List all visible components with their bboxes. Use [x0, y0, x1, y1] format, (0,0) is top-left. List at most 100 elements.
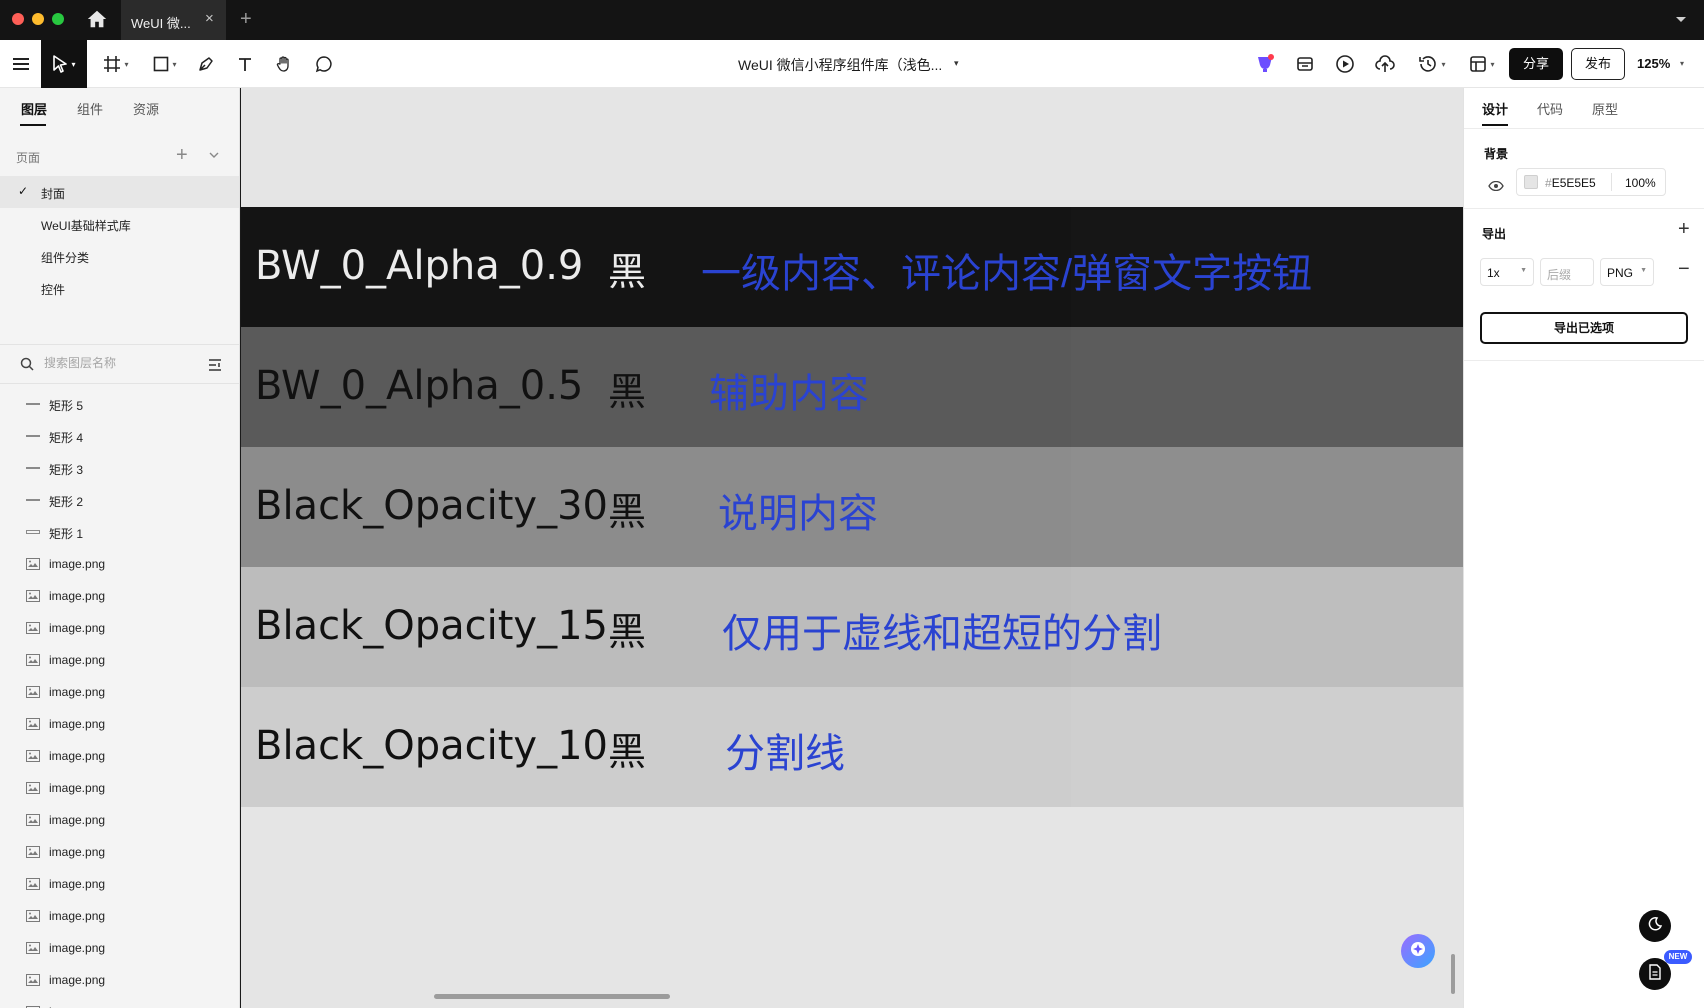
layer-item[interactable]: 矩形 1 [0, 516, 239, 548]
tab-components[interactable]: 组件 [77, 99, 103, 118]
shape-tool-button[interactable]: ▾ [147, 40, 183, 88]
horizontal-scrollbar[interactable] [434, 994, 670, 999]
color-swatch-row[interactable]: BW_0_Alpha_0.5 黑 辅助内容 [241, 327, 1463, 447]
divider [1464, 128, 1704, 129]
ai-badge-icon[interactable] [1252, 40, 1278, 88]
document-title[interactable]: WeUI 微信小程序组件库（浅色... [738, 55, 942, 75]
swatch-token-name: Black_Opacity_10 [255, 723, 608, 769]
zoom-chevron-icon[interactable]: ▾ [1680, 59, 1684, 68]
layer-item[interactable]: image.png [0, 996, 239, 1008]
remove-export-icon[interactable]: − [1678, 258, 1690, 281]
add-export-icon[interactable]: + [1678, 218, 1690, 241]
image-icon [26, 910, 40, 922]
comment-tool-icon[interactable] [311, 40, 337, 88]
layer-item[interactable]: image.png [0, 612, 239, 644]
layer-label: image.png [49, 845, 106, 859]
play-icon[interactable] [1332, 40, 1358, 88]
background-opacity-value[interactable]: 100% [1625, 176, 1656, 190]
color-swatch-row[interactable]: BW_0_Alpha_0.9 黑 一级内容、评论内容/弹窗文字按钮 [241, 207, 1463, 327]
dark-mode-button[interactable] [1639, 910, 1671, 942]
export-format-value: PNG [1607, 266, 1634, 280]
page-item-component-categories[interactable]: 组件分类 [0, 240, 239, 272]
search-icon [20, 357, 34, 376]
layer-item[interactable]: image.png [0, 836, 239, 868]
layer-item[interactable]: image.png [0, 900, 239, 932]
layer-label: 矩形 2 [49, 495, 84, 509]
page-item-weui-styles[interactable]: WeUI基础样式库 [0, 208, 239, 240]
layer-search-input[interactable] [44, 356, 184, 370]
page-item-controls[interactable]: 控件 [0, 272, 239, 304]
text-tool-icon[interactable] [232, 40, 258, 88]
layer-item[interactable]: image.png [0, 644, 239, 676]
share-button[interactable]: 分享 [1509, 48, 1563, 80]
tab-design[interactable]: 设计 [1482, 99, 1508, 118]
document-tab[interactable]: WeUI 微... × [121, 0, 226, 40]
tab-code[interactable]: 代码 [1537, 99, 1563, 118]
background-color-chip[interactable] [1524, 175, 1538, 189]
hex-hash: # [1545, 176, 1552, 190]
active-tab-indicator [1482, 124, 1508, 126]
new-tab-button[interactable]: + [240, 8, 260, 30]
design-canvas[interactable]: BW_0_Alpha_0.9 黑一级内容、评论内容/弹窗文字按钮 BW_0_Alph… [241, 88, 1463, 1008]
page-item-cover[interactable]: ✓ 封面 [0, 176, 239, 208]
layer-item[interactable]: 矩形 4 [0, 420, 239, 452]
layer-item[interactable]: image.png [0, 676, 239, 708]
export-suffix-input[interactable]: 后缀 [1540, 258, 1594, 286]
export-selected-button[interactable]: 导出已选项 [1480, 312, 1688, 344]
history-button[interactable]: ▾ [1414, 40, 1450, 88]
layout-button[interactable]: ▾ [1464, 40, 1500, 88]
layer-item[interactable]: image.png [0, 868, 239, 900]
export-scale-select[interactable]: 1x ▼ [1480, 258, 1534, 286]
zoom-level[interactable]: 125% [1637, 56, 1670, 71]
layer-label: 矩形 4 [49, 431, 84, 445]
moon-icon [1647, 916, 1663, 937]
color-swatch-row[interactable]: Black_Opacity_10 黑 分割线 [241, 687, 1463, 807]
upload-icon[interactable] [1372, 40, 1398, 88]
menu-icon[interactable] [6, 40, 36, 88]
collapse-pages-icon[interactable] [208, 148, 220, 166]
layer-item[interactable]: image.png [0, 740, 239, 772]
color-swatch-row[interactable]: Black_Opacity_15 黑 仅用于虚线和超短的分割 [241, 567, 1463, 687]
color-swatch-row[interactable]: Black_Opacity_30 黑 说明内容 [241, 447, 1463, 567]
export-format-select[interactable]: PNG ▼ [1600, 258, 1654, 286]
layer-item[interactable]: image.png [0, 804, 239, 836]
layer-item[interactable]: 矩形 2 [0, 484, 239, 516]
chevron-down-icon[interactable] [1674, 12, 1688, 26]
maximize-window-button[interactable] [52, 13, 64, 25]
layer-item[interactable]: image.png [0, 932, 239, 964]
frame-tool-button[interactable]: ▾ [97, 40, 135, 88]
assets-icon[interactable] [1292, 40, 1318, 88]
line-icon [26, 494, 40, 506]
ai-sparkle-icon [1409, 940, 1427, 963]
publish-button[interactable]: 发布 [1571, 48, 1625, 80]
visibility-eye-icon[interactable] [1488, 178, 1504, 196]
tab-prototype[interactable]: 原型 [1592, 99, 1618, 118]
minimize-window-button[interactable] [32, 13, 44, 25]
background-color-field[interactable]: #E5E5E5 100% [1516, 168, 1666, 196]
hand-tool-icon[interactable] [271, 40, 297, 88]
layer-item[interactable]: image.png [0, 580, 239, 612]
move-tool-button[interactable]: ▾ [41, 40, 87, 88]
pen-tool-icon[interactable] [193, 40, 219, 88]
tab-assets[interactable]: 资源 [133, 99, 159, 118]
layer-item[interactable]: 矩形 5 [0, 388, 239, 420]
frame-tool-icon [103, 55, 121, 73]
filter-icon[interactable] [208, 358, 222, 376]
layer-item[interactable]: image.png [0, 964, 239, 996]
layer-item[interactable]: image.png [0, 548, 239, 580]
layer-item[interactable]: 矩形 3 [0, 452, 239, 484]
ai-assistant-button[interactable] [1401, 934, 1435, 968]
home-icon[interactable] [86, 8, 110, 32]
close-window-button[interactable] [12, 13, 24, 25]
document-menu-chevron-icon[interactable]: ▾ [954, 58, 959, 69]
layer-item[interactable]: image.png [0, 708, 239, 740]
layer-item[interactable]: image.png [0, 772, 239, 804]
vertical-scrollbar[interactable] [1451, 954, 1455, 994]
background-hex-value[interactable]: #E5E5E5 [1545, 176, 1596, 190]
properties-panel: 设计 代码 原型 背景 #E5E5E5 100% 导出 + 1x ▼ 后缀 PN… [1463, 88, 1704, 1008]
main-toolbar: ▾ ▾ ▾ WeUI 微信小程序组件库（浅色... ▾ ▾ ▾ [0, 40, 1704, 88]
close-tab-icon[interactable]: × [205, 10, 219, 30]
active-tab-indicator [20, 124, 46, 126]
tab-layers[interactable]: 图层 [21, 99, 47, 118]
add-page-icon[interactable]: + [176, 144, 188, 167]
